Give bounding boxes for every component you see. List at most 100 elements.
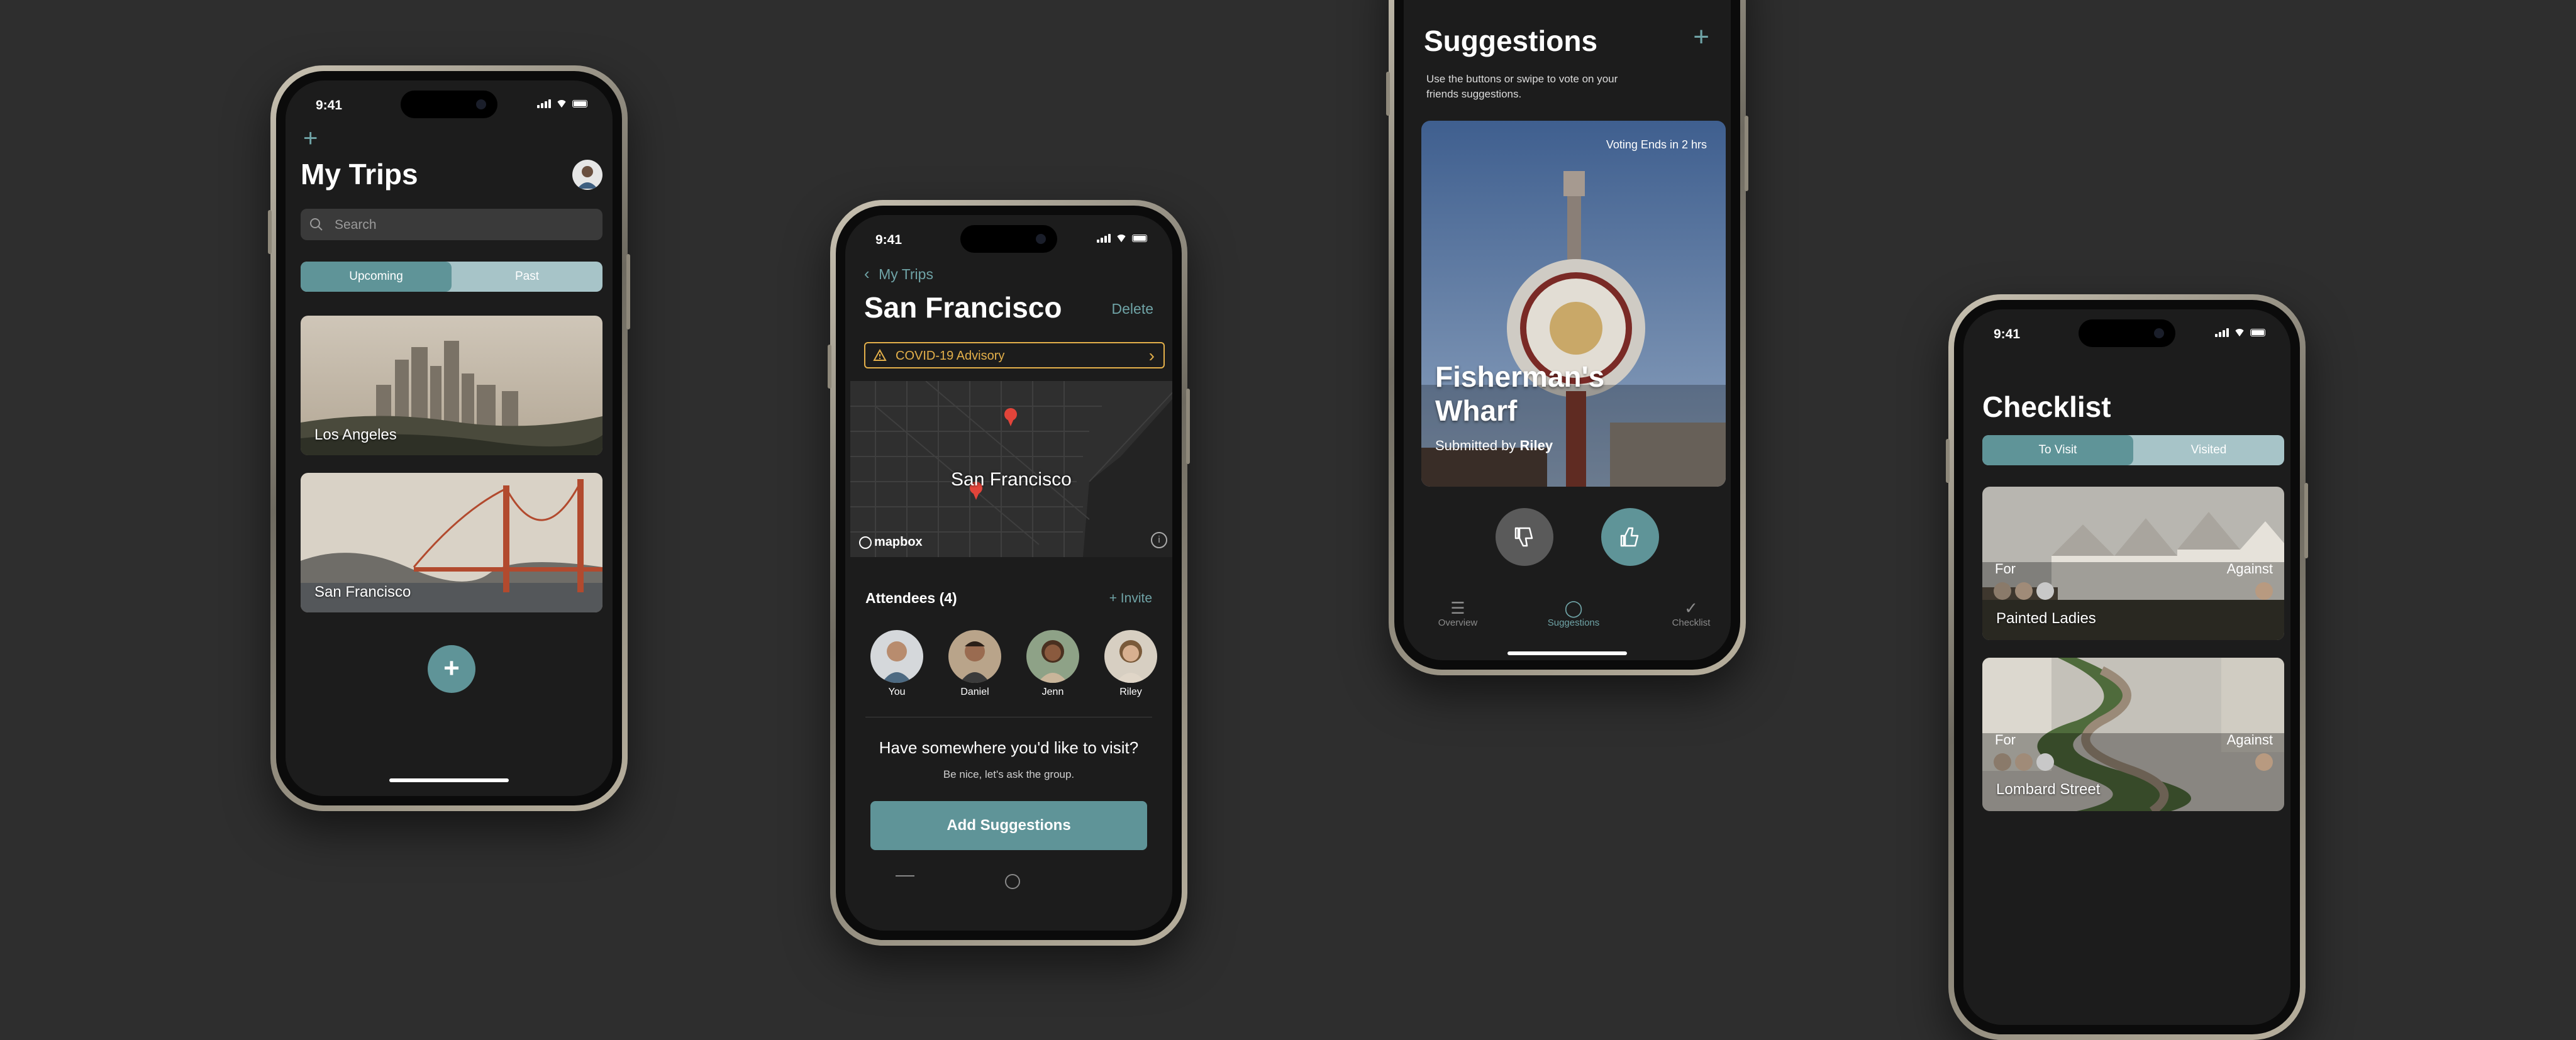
against-label: Against bbox=[2226, 732, 2273, 748]
tab-visited[interactable]: Visited bbox=[2133, 435, 2284, 465]
my-trips-screen: 9:41 + My Trips Search Upcoming Past Los… bbox=[286, 80, 613, 796]
for-label: For bbox=[1995, 561, 2016, 577]
avatar bbox=[1994, 753, 2011, 771]
against-label: Against bbox=[2226, 561, 2273, 577]
search-bar[interactable]: Search bbox=[301, 209, 602, 240]
trip-card-label: Los Angeles bbox=[314, 426, 397, 443]
trip-card-san-francisco[interactable]: San Francisco bbox=[301, 473, 602, 612]
battery-icon bbox=[1132, 235, 1147, 242]
tab-label: Suggestions bbox=[1547, 617, 1600, 628]
tab-overview[interactable]: ☰ Overview bbox=[1433, 599, 1483, 628]
map-city-label: San Francisco bbox=[951, 469, 1072, 490]
trip-map[interactable]: San Francisco mapbox i bbox=[850, 381, 1172, 557]
phone-checklist: 9:41 Checklist To Visit Visited For Agai… bbox=[1946, 294, 2308, 1040]
trip-card-los-angeles[interactable]: Los Angeles bbox=[301, 316, 602, 455]
place-name: Fisherman's Wharf bbox=[1435, 360, 1605, 427]
wifi-icon bbox=[2234, 329, 2245, 337]
attendee-jenn[interactable]: Jenn bbox=[1026, 630, 1079, 698]
avatar bbox=[2015, 753, 2033, 771]
attendee-name: You bbox=[888, 687, 906, 697]
item-label: Painted Ladies bbox=[1996, 610, 2096, 627]
chevron-left-icon: ‹ bbox=[864, 264, 870, 283]
add-trip-fab[interactable]: + bbox=[428, 645, 475, 693]
tab-label: Checklist bbox=[1672, 617, 1711, 628]
suggestions-screen: Suggestions + Use the buttons or swipe t… bbox=[1404, 0, 1731, 660]
mapbox-icon bbox=[859, 536, 872, 549]
advisory-label: COVID-19 Advisory bbox=[896, 349, 1005, 363]
avatar bbox=[1104, 630, 1157, 683]
search-input[interactable]: Search bbox=[335, 218, 377, 233]
checklist-item-painted-ladies[interactable]: For Against Painted Ladies bbox=[1982, 487, 2284, 640]
suggestion-card[interactable]: Voting Ends in 2 hrs Fisherman's Wharf S… bbox=[1421, 121, 1726, 487]
lightbulb-icon: ◯ bbox=[1564, 599, 1583, 617]
avatar bbox=[1994, 582, 2011, 600]
prompt-title: Have somewhere you'd like to visit? bbox=[879, 738, 1139, 757]
mapbox-logo-text: mapbox bbox=[874, 535, 923, 549]
add-suggestions-button[interactable]: Add Suggestions bbox=[870, 801, 1147, 850]
battery-icon bbox=[572, 100, 587, 108]
tab-label: Overview bbox=[1438, 617, 1478, 628]
attendee-riley[interactable]: Riley bbox=[1104, 630, 1157, 698]
tab-suggestions[interactable]: ◯ Suggestions bbox=[1542, 599, 1605, 628]
attendee-list: You Daniel Jenn Riley bbox=[862, 630, 1169, 699]
upvote-button[interactable] bbox=[1601, 508, 1659, 566]
page-title: San Francisco bbox=[864, 291, 1062, 324]
delete-button[interactable]: Delete bbox=[1112, 301, 1153, 318]
avatar bbox=[2036, 753, 2054, 771]
tab-bar: ☰ Overview ◯ Suggestions ✓ Checklist bbox=[1404, 599, 1731, 643]
status-time: 9:41 bbox=[316, 98, 343, 113]
mapbox-logo: mapbox bbox=[859, 535, 923, 550]
for-label: For bbox=[1995, 732, 2016, 748]
avatar bbox=[870, 630, 923, 683]
attendee-you[interactable]: You bbox=[870, 630, 923, 698]
back-button[interactable]: ‹ My Trips bbox=[864, 264, 933, 284]
avatar bbox=[2036, 582, 2054, 600]
battery-icon bbox=[2250, 329, 2265, 336]
trip-card-label: San Francisco bbox=[314, 584, 411, 600]
status-bar: 9:41 bbox=[1963, 327, 2290, 346]
back-label: My Trips bbox=[879, 266, 933, 282]
home-indicator bbox=[1507, 651, 1627, 655]
phone-suggestions: Suggestions + Use the buttons or swipe t… bbox=[1386, 0, 1748, 675]
info-icon[interactable]: i bbox=[1151, 532, 1167, 548]
tab-past[interactable]: Past bbox=[452, 262, 602, 292]
attendee-name: Daniel bbox=[960, 687, 989, 697]
chevron-right-icon: › bbox=[1148, 346, 1155, 365]
lightbulb-icon bbox=[1005, 874, 1020, 889]
page-title: Checklist bbox=[1982, 390, 2111, 423]
thumbs-up-icon bbox=[1620, 527, 1639, 547]
add-trip-button[interactable]: + bbox=[303, 126, 318, 151]
checklist-item-lombard-street[interactable]: For Against Lombard Street bbox=[1982, 658, 2284, 811]
checkmark-icon: ✓ bbox=[1684, 599, 1698, 617]
trip-filter-tabs: Upcoming Past bbox=[301, 262, 602, 292]
add-suggestion-button[interactable]: + bbox=[1693, 21, 1709, 53]
attendee-daniel[interactable]: Daniel bbox=[948, 630, 1001, 698]
profile-avatar[interactable] bbox=[572, 160, 602, 190]
avatar bbox=[2015, 582, 2033, 600]
checklist-screen: 9:41 Checklist To Visit Visited For Agai… bbox=[1963, 309, 2290, 1025]
status-time: 9:41 bbox=[875, 233, 902, 247]
downvote-button[interactable] bbox=[1496, 508, 1553, 566]
tab-upcoming[interactable]: Upcoming bbox=[301, 262, 452, 292]
home-indicator bbox=[389, 778, 509, 782]
attendee-name: Jenn bbox=[1041, 687, 1064, 697]
phone-trip-detail: 9:41 ‹ My Trips San Francisco Delete COV… bbox=[828, 200, 1190, 946]
item-label: Lombard Street bbox=[1996, 781, 2101, 798]
covid-advisory-banner[interactable]: COVID-19 Advisory › bbox=[864, 342, 1165, 368]
submitted-by: Submitted by Riley bbox=[1435, 438, 1553, 454]
trip-detail-screen: 9:41 ‹ My Trips San Francisco Delete COV… bbox=[845, 215, 1172, 931]
list-icon: ☰ bbox=[1450, 599, 1465, 617]
wifi-icon bbox=[1116, 235, 1127, 243]
page-title: My Trips bbox=[301, 158, 418, 191]
prompt-subtitle: Be nice, let's ask the group. bbox=[943, 768, 1075, 780]
invite-button[interactable]: + Invite bbox=[1109, 591, 1152, 606]
tab-checklist[interactable]: ✓ Checklist bbox=[1663, 599, 1719, 628]
tab-to-visit[interactable]: To Visit bbox=[1982, 435, 2133, 465]
signal-icon bbox=[1097, 234, 1111, 243]
signal-icon bbox=[537, 99, 551, 108]
list-icon bbox=[896, 875, 914, 883]
phone-my-trips: 9:41 + My Trips Search Upcoming Past Los… bbox=[268, 65, 630, 811]
search-icon bbox=[310, 218, 323, 231]
status-time: 9:41 bbox=[1994, 327, 2021, 341]
voting-countdown: Voting Ends in 2 hrs bbox=[1606, 138, 1707, 151]
